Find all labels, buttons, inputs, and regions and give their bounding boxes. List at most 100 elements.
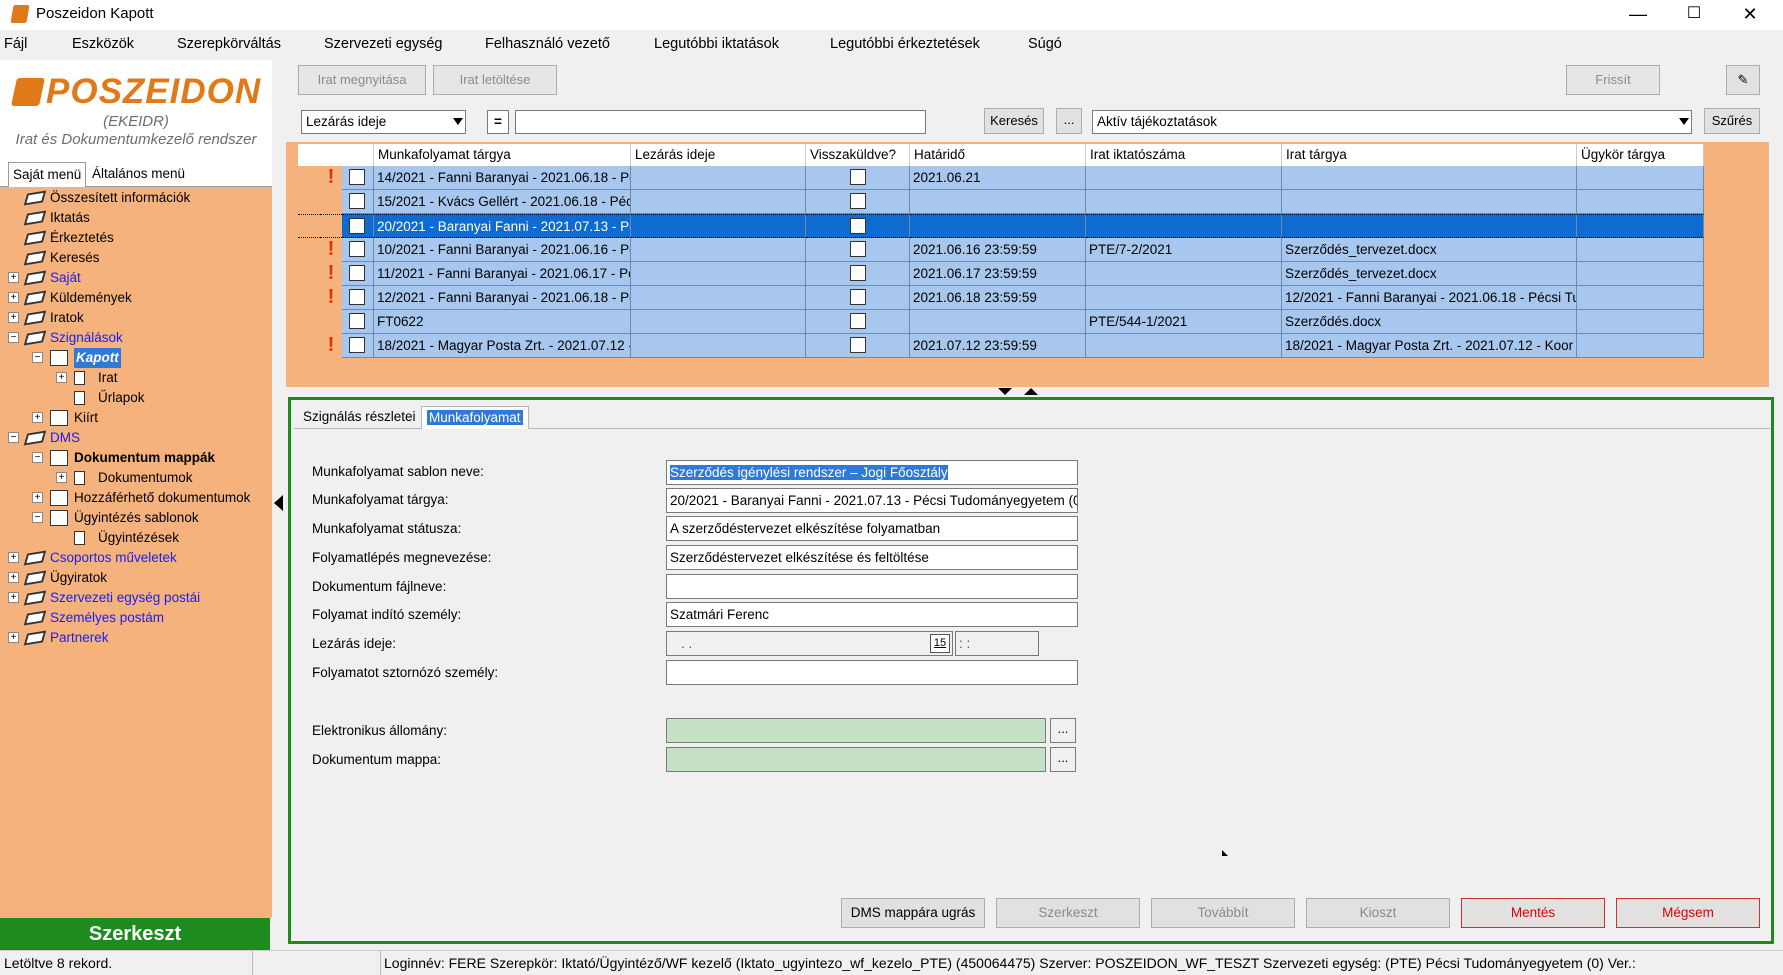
expand-icon[interactable]: +	[56, 372, 67, 383]
apply-filter-button[interactable]: Szűrés	[1704, 108, 1760, 134]
header-subject[interactable]: Munkafolyamat tárgya	[374, 144, 631, 166]
menu-role-switch[interactable]: Szerepkörváltás	[177, 36, 281, 52]
expand-icon[interactable]: +	[32, 492, 43, 503]
menu-recent-registrations[interactable]: Legutóbbi iktatások	[654, 36, 779, 52]
expand-icon[interactable]: +	[32, 412, 43, 423]
collapse-down-icon[interactable]	[998, 388, 1012, 395]
download-document-button[interactable]: Irat letöltése	[433, 65, 557, 95]
returned-checkbox[interactable]	[850, 313, 866, 329]
returned-checkbox[interactable]	[850, 265, 866, 281]
row-checkbox-cell[interactable]	[342, 166, 374, 190]
row-checkbox-cell[interactable]	[342, 310, 374, 334]
returned-checkbox[interactable]	[850, 218, 866, 234]
menu-org-unit[interactable]: Szervezeti egység	[324, 36, 442, 52]
expand-icon[interactable]: +	[8, 292, 19, 303]
row-checkbox-cell[interactable]	[342, 238, 374, 262]
row-checkbox[interactable]	[349, 337, 365, 353]
expand-icon[interactable]: +	[8, 552, 19, 563]
expand-icon[interactable]: +	[8, 572, 19, 583]
returned-checkbox[interactable]	[850, 337, 866, 353]
table-row[interactable]: ! 14/2021 - Fanni Baranyai - 2021.06.18 -…	[298, 166, 1704, 190]
returned-checkbox[interactable]	[850, 241, 866, 257]
collapse-icon[interactable]: −	[8, 332, 19, 343]
table-row[interactable]: ! 10/2021 - Fanni Baranyai - 2021.06.16 -…	[298, 238, 1704, 262]
expand-icon[interactable]: +	[8, 312, 19, 323]
pin-icon[interactable]: ✎	[1726, 65, 1760, 95]
tab-assignment-details[interactable]: Szignálás részletei	[298, 406, 421, 429]
row-checkbox[interactable]	[349, 218, 365, 234]
returned-checkbox[interactable]	[850, 289, 866, 305]
subject-field[interactable]: 20/2021 - Baranyai Fanni - 2021.07.13 - …	[666, 488, 1078, 513]
row-checkbox[interactable]	[349, 313, 365, 329]
collapse-left-icon[interactable]	[274, 495, 283, 511]
save-button[interactable]: Mentés	[1461, 898, 1605, 928]
menu-tools[interactable]: Eszközök	[72, 36, 134, 52]
returned-checkbox[interactable]	[850, 193, 866, 209]
electronic-browse-button[interactable]: ...	[1050, 718, 1076, 743]
tab-general-menu[interactable]: Általános menü	[88, 162, 189, 187]
dms-jump-button[interactable]: DMS mappára ugrás	[841, 898, 985, 928]
filter-field-select[interactable]: Lezárás ideje	[301, 110, 466, 134]
horizontal-splitter[interactable]	[286, 387, 1769, 397]
expand-icon[interactable]: +	[8, 272, 19, 283]
expand-icon[interactable]: +	[56, 472, 67, 483]
assign-button[interactable]: Kioszt	[1306, 898, 1450, 928]
search-button[interactable]: Keresés	[984, 108, 1044, 134]
header-returned[interactable]: Visszaküldve?	[806, 144, 910, 166]
table-row[interactable]: ! 18/2021 - Magyar Posta Zrt. - 2021.07.1…	[298, 334, 1704, 358]
closer-field[interactable]	[666, 660, 1078, 685]
calendar-icon[interactable]: 15	[930, 634, 950, 653]
more-options-button[interactable]: ...	[1056, 108, 1082, 134]
expand-icon[interactable]: +	[8, 592, 19, 603]
tab-own-menu[interactable]: Saját menü	[8, 162, 87, 187]
menu-recent-arrivals[interactable]: Legutóbbi érkeztetések	[830, 36, 980, 52]
row-checkbox-cell[interactable]	[342, 190, 374, 214]
returned-checkbox[interactable]	[850, 169, 866, 185]
table-row[interactable]: 20/2021 - Baranyai Fanni - 2021.07.13 - …	[298, 214, 1704, 238]
forward-button[interactable]: Továbbít	[1151, 898, 1295, 928]
refresh-button[interactable]: Frissít	[1566, 65, 1660, 95]
header-regno[interactable]: Irat iktatószáma	[1086, 144, 1282, 166]
table-row[interactable]: ! 11/2021 - Fanni Baranyai - 2021.06.17 -…	[298, 262, 1704, 286]
table-row[interactable]: 15/2021 - Kvács Gellért - 2021.06.18 - P…	[298, 190, 1704, 214]
status-field[interactable]: A szerződéstervezet elkészítése folyamat…	[666, 516, 1078, 541]
closed-date-field[interactable]: . .	[666, 631, 953, 656]
closed-time-field[interactable]: : :	[955, 631, 1039, 656]
info-select[interactable]: Aktív tájékoztatások	[1092, 110, 1692, 134]
row-checkbox[interactable]	[349, 289, 365, 305]
header-doc-subject[interactable]: Irat tárgya	[1282, 144, 1577, 166]
row-checkbox-cell[interactable]	[342, 286, 374, 310]
filter-value-input[interactable]	[515, 110, 926, 134]
cancel-button[interactable]: Mégsem	[1616, 898, 1760, 928]
folder-browse-button[interactable]: ...	[1050, 747, 1076, 772]
collapse-icon[interactable]: −	[32, 352, 43, 363]
template-name-field[interactable]: Szerződés igénylési rendszer – Jogi Főos…	[666, 460, 1078, 485]
close-button[interactable]: ✕	[1722, 0, 1778, 30]
row-checkbox-cell[interactable]	[342, 214, 374, 238]
open-document-button[interactable]: Irat megnyitása	[298, 65, 426, 95]
maximize-button[interactable]: ☐	[1666, 0, 1722, 30]
expand-icon[interactable]: +	[8, 632, 19, 643]
header-deadline[interactable]: Határidő	[910, 144, 1086, 166]
menu-help[interactable]: Súgó	[1028, 36, 1062, 52]
row-checkbox[interactable]	[349, 193, 365, 209]
initiator-field[interactable]: Szatmári Ferenc	[666, 602, 1078, 627]
menu-user-manager[interactable]: Felhasználó vezető	[485, 36, 610, 52]
table-row[interactable]: FT0622 PTE/544-1/2021 Szerződés.docx	[298, 310, 1704, 334]
row-checkbox[interactable]	[349, 265, 365, 281]
row-checkbox[interactable]	[349, 241, 365, 257]
row-checkbox-cell[interactable]	[342, 262, 374, 286]
minimize-button[interactable]: —	[1610, 0, 1666, 30]
header-closed[interactable]: Lezárás ideje	[631, 144, 806, 166]
row-checkbox[interactable]	[349, 169, 365, 185]
expand-up-icon[interactable]	[1024, 388, 1038, 395]
row-checkbox-cell[interactable]	[342, 334, 374, 358]
menu-file[interactable]: Fájl	[4, 36, 27, 52]
table-row[interactable]: ! 12/2021 - Fanni Baranyai - 2021.06.18 -…	[298, 286, 1704, 310]
collapse-icon[interactable]: −	[8, 432, 19, 443]
filename-field[interactable]	[666, 574, 1078, 599]
header-case-subject[interactable]: Ügykör tárgya	[1577, 144, 1704, 166]
step-field[interactable]: Szerződéstervezet elkészítése és feltölt…	[666, 545, 1078, 570]
collapse-icon[interactable]: −	[32, 512, 43, 523]
tab-workflow[interactable]: Munkafolyamat	[421, 406, 529, 429]
